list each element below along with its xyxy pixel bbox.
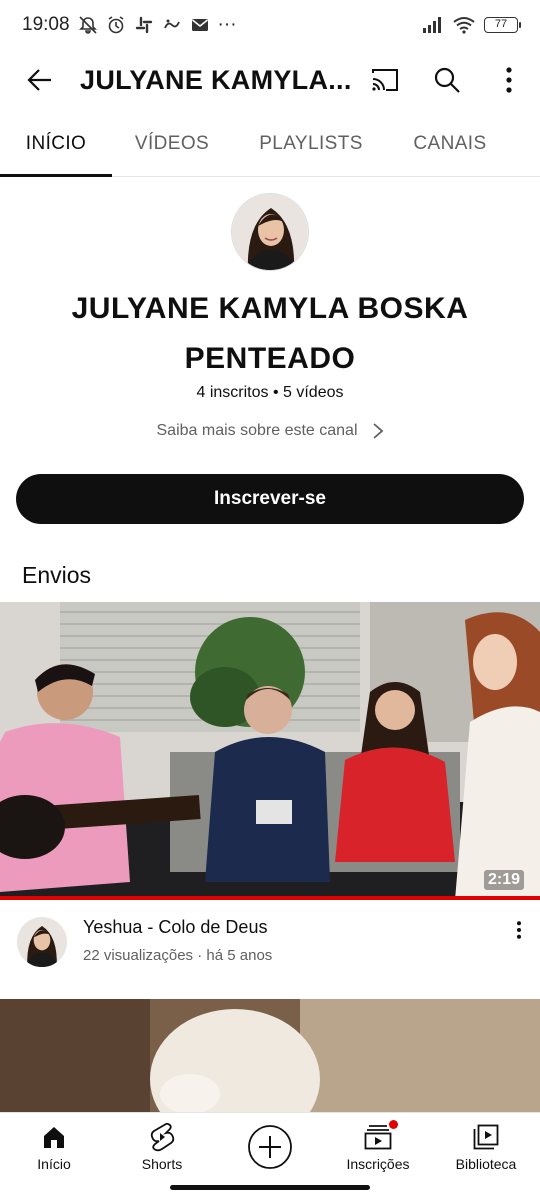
nav-library-label: Biblioteca [455, 1155, 517, 1172]
mail-icon [191, 19, 208, 31]
tab-canais[interactable]: CANAIS [390, 112, 510, 176]
channel-name: JULYANE KAMYLA BOSKA PENTEADO [71, 292, 469, 375]
tab-inicio[interactable]: INÍCIO [0, 112, 112, 177]
nav-subscriptions[interactable]: Inscrições [324, 1113, 432, 1180]
video-title[interactable]: Yeshua - Colo de Deus [83, 917, 267, 938]
status-more-dots: ··· [217, 14, 237, 35]
nav-shorts[interactable]: Shorts [108, 1113, 216, 1180]
battery-level: 77 [494, 18, 508, 30]
about-channel-link[interactable]: Saiba mais sobre este canal [0, 422, 540, 440]
nav-shorts-label: Shorts [141, 1155, 183, 1172]
back-arrow-icon [27, 69, 51, 91]
tab-videos[interactable]: VÍDEOS [112, 112, 232, 176]
nav-home-label: Início [37, 1155, 71, 1172]
more-options-button[interactable] [478, 50, 540, 110]
nav-library[interactable]: Biblioteca [432, 1113, 540, 1180]
chevron-right-icon [372, 423, 383, 439]
back-button[interactable] [0, 50, 80, 110]
cast-icon [372, 69, 398, 91]
app-bar: JULYANE KAMYLA... [0, 50, 540, 110]
video-thumbnail-2[interactable] [0, 999, 540, 1114]
slack-icon [135, 16, 152, 34]
status-bar: 19:08 ··· 77 [0, 0, 540, 50]
video-duration: 2:19 [483, 870, 524, 890]
video-more-button[interactable] [504, 912, 534, 948]
cast-button[interactable] [354, 50, 416, 110]
home-icon [44, 1126, 64, 1148]
create-plus-icon [248, 1124, 292, 1169]
channel-title: JULYANE KAMYLA... [80, 64, 350, 95]
nav-home[interactable]: Início [0, 1113, 108, 1180]
video-info-row[interactable]: Yeshua - Colo de Deus 22 visualizações ·… [0, 912, 540, 982]
channel-avatar[interactable] [231, 193, 309, 271]
status-time: 19:08 [22, 14, 70, 35]
thumbnail-image-2 [0, 999, 540, 1114]
about-channel-label: Saiba mais sobre este canal [156, 422, 358, 439]
video-channel-avatar[interactable] [17, 917, 67, 967]
subscribe-button[interactable]: Inscrever-se [16, 474, 524, 524]
more-vert-icon [517, 921, 521, 939]
battery-icon: 77 [484, 17, 521, 33]
shorts-icon [150, 1122, 175, 1151]
nav-create[interactable] [216, 1113, 324, 1180]
bottom-navigation: Início Shorts Inscrições Biblioteca [0, 1112, 540, 1180]
channel-stats: 4 inscritos • 5 vídeos [196, 384, 344, 401]
search-icon [434, 67, 460, 93]
signal-icon [423, 17, 441, 33]
channel-tabs: INÍCIO VÍDEOS PLAYLISTS CANAIS [0, 112, 540, 177]
subscriptions-icon [364, 1124, 392, 1149]
avatar-image-small [17, 917, 67, 967]
mute-icon [78, 16, 97, 34]
tab-playlists[interactable]: PLAYLISTS [232, 112, 390, 176]
notification-badge [389, 1119, 398, 1129]
system-home-indicator[interactable] [170, 1185, 370, 1190]
video-metadata: 22 visualizações · há 5 anos [83, 947, 273, 964]
thumbnail-image [0, 602, 540, 900]
video-thumbnail[interactable]: 2:19 [0, 602, 540, 900]
alarm-icon [108, 16, 123, 34]
avatar-image [232, 194, 308, 270]
search-button[interactable] [416, 50, 478, 110]
library-icon [473, 1124, 499, 1149]
wifi-icon [453, 17, 475, 34]
nav-subscriptions-label: Inscrições [346, 1155, 410, 1172]
sticker-icon [163, 19, 180, 29]
uploads-section-title: Envios [22, 562, 92, 588]
more-vert-icon [506, 67, 512, 93]
watch-progress-bar [0, 896, 540, 900]
